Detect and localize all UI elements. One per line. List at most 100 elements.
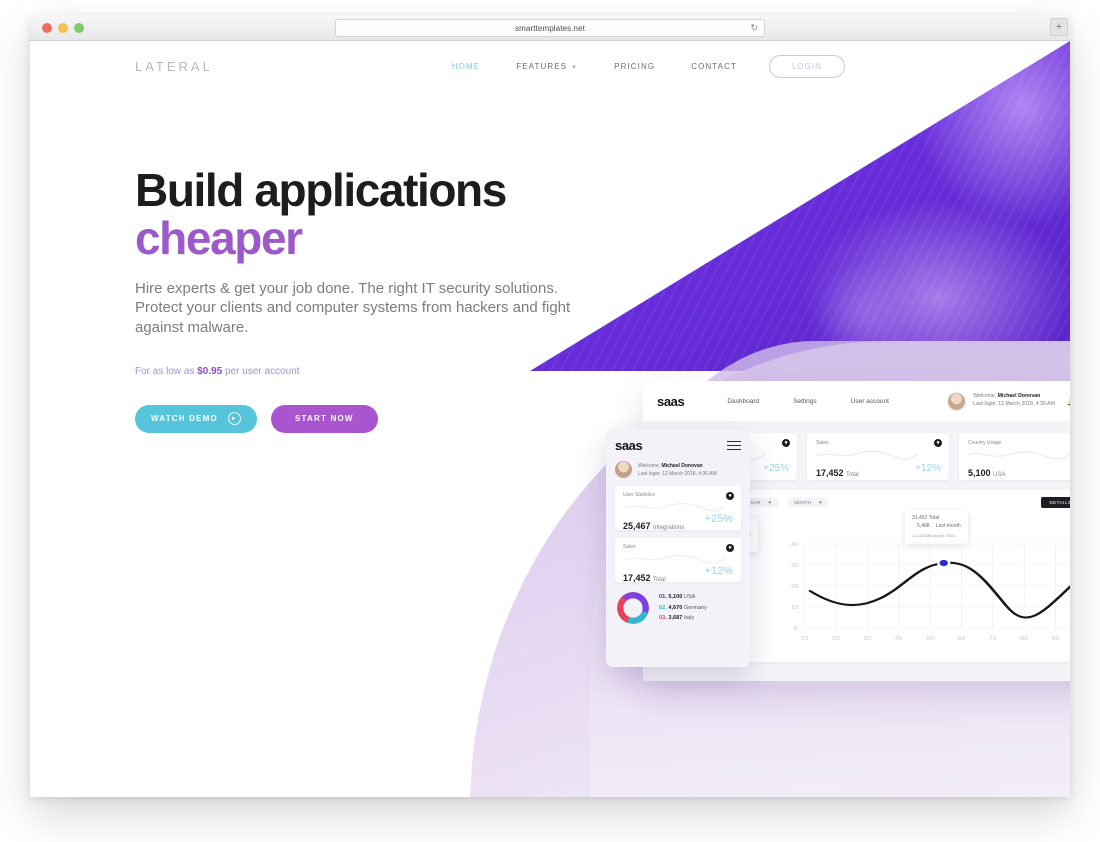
hamburger-icon[interactable] [727, 440, 741, 451]
stat-card-menu-icon[interactable]: ● [934, 439, 942, 447]
headline-accent: cheaper [135, 212, 303, 265]
legend-country: USA [683, 594, 696, 601]
tooltip-last-label: Last month [935, 522, 961, 529]
svg-text:40: 40 [895, 637, 903, 642]
stat-card-percent: +25% [763, 463, 789, 474]
stat-card[interactable]: Sales ● 17,452 Total +12% [615, 538, 741, 583]
chart-highlight-point [937, 558, 951, 568]
play-icon: ► [227, 412, 241, 426]
legend-rank: 02. [659, 604, 667, 611]
hero-price-line: For as low as $0.95 per user account [135, 366, 615, 377]
watch-demo-button[interactable]: WATCH DEMO ► [135, 404, 257, 433]
chart-line [808, 561, 1070, 619]
details-label: DETAILS [1049, 500, 1070, 505]
avatar[interactable] [615, 461, 632, 478]
dashboard-logo[interactable]: saas [657, 394, 685, 409]
stat-card-menu-icon[interactable]: ● [726, 544, 734, 552]
stat-card[interactable]: Country Usage ● 5,100 USA +5% [959, 433, 1070, 480]
stat-value-unit: USA [993, 472, 1006, 478]
browser-window: smarttemplates.net ↻ + LATERAL HOME FEAT… [30, 15, 1070, 797]
hero-section: Build applications cheaper Hire experts … [135, 166, 615, 433]
nav-item-features[interactable]: FEATURES ▼ [498, 62, 596, 71]
dashboard-nav: Dashboard Settings User account [710, 398, 906, 405]
stat-card-menu-icon[interactable]: ● [782, 439, 790, 447]
svg-text:40: 40 [791, 543, 799, 548]
mobile-logo[interactable]: saas [615, 438, 643, 453]
stat-card-value: 5,100 USA [968, 468, 1070, 478]
month-select[interactable]: MONTH ▼ [788, 498, 829, 507]
login-button[interactable]: LOGIN [768, 54, 845, 78]
legend-item: 03. 3,687 Italy [659, 613, 707, 623]
nav-item-features-label: FEATURES [516, 61, 568, 71]
legend-rank: 01. [659, 594, 667, 601]
stat-value-unit: Total [846, 472, 859, 478]
maximize-window-button[interactable] [74, 23, 84, 33]
chevron-down-icon: ▼ [571, 64, 579, 71]
address-bar[interactable]: smarttemplates.net ↻ [335, 19, 765, 37]
mobile-welcome-line: Welcome, Michael Donovan [638, 462, 717, 470]
minimize-window-button[interactable] [58, 23, 68, 33]
dashboard-user-area: Welcome, Michael Donovan Last login: 12 … [947, 391, 1070, 411]
url-text: smarttemplates.net [515, 23, 585, 33]
reload-icon[interactable]: ↻ [750, 23, 758, 34]
nav-item-home[interactable]: HOME [434, 62, 498, 71]
close-window-button[interactable] [42, 23, 52, 33]
svg-text:10: 10 [801, 637, 809, 642]
mobile-user-area: Welcome, Michael Donovan Last login: 12 … [615, 461, 741, 478]
browser-chrome: smarttemplates.net ↻ + [30, 15, 1070, 41]
svg-text:90: 90 [1052, 637, 1060, 642]
tooltip-total-line: 31,452 Total [912, 515, 961, 523]
hero-cta-group: WATCH DEMO ► START NOW [135, 404, 615, 433]
avatar[interactable] [947, 391, 967, 411]
details-button[interactable]: DETAILS▼ [1041, 497, 1070, 508]
stat-value-unit: Total [653, 577, 666, 583]
stat-card[interactable]: User Statistics ● 25,467 Integrations +2… [615, 486, 741, 531]
dashboard-nav-dashboard[interactable]: Dashboard [710, 398, 776, 405]
stat-value-number: 17,452 [816, 468, 844, 478]
dashboard-topbar: saas Dashboard Settings User account Wel… [643, 381, 1070, 421]
page-canvas: LATERAL HOME FEATURES ▼ PRICING CONTACT L… [30, 41, 1070, 797]
svg-text:30: 30 [791, 564, 799, 569]
headline-main: Build applications [135, 164, 507, 216]
svg-text:80: 80 [1020, 637, 1028, 642]
sparkline-icon [622, 554, 727, 564]
user-name: Michael Donovan [661, 462, 703, 469]
nav-item-contact[interactable]: CONTACT [673, 62, 755, 71]
stat-card[interactable]: Sales ● 17,452 Total +12% [807, 433, 949, 480]
stat-card-title: Sales [623, 544, 636, 550]
stat-card-title: Sales [816, 440, 829, 446]
svg-text:50: 50 [926, 637, 934, 642]
mobile-dashboard-mockup: saas Welcome, Michael Donovan Last login… [606, 429, 750, 667]
start-now-button[interactable]: START NOW [270, 404, 378, 433]
dashboard-nav-settings[interactable]: Settings [776, 398, 834, 405]
tooltip-last-line: 5,488 Last month [912, 523, 961, 531]
legend-value: 4,670 [668, 604, 683, 611]
bell-icon[interactable]: 🔔 [1067, 396, 1070, 407]
site-logo[interactable]: LATERAL [135, 59, 213, 74]
nav-item-pricing[interactable]: PRICING [596, 62, 673, 71]
donut-chart [617, 592, 649, 624]
traffic-lights[interactable] [42, 23, 84, 33]
legend-country: Germany [683, 604, 707, 611]
mobile-last-login: Last login: 12 March 2018, 4:30 AM [638, 470, 717, 477]
price-value: $0.95 [197, 365, 223, 377]
hero-headline: Build applications cheaper [135, 166, 615, 263]
new-tab-button[interactable]: + [1050, 18, 1068, 36]
legend-country: Italy [683, 615, 695, 622]
chart-gridlines [804, 543, 1070, 629]
sparkline-icon [622, 503, 727, 512]
stat-card-menu-icon[interactable]: ● [726, 492, 734, 500]
get-started-button[interactable]: GET STARTED [856, 54, 965, 78]
svg-text:10: 10 [791, 606, 799, 611]
legend-item: 02. 4,670 Germany [659, 603, 707, 613]
line-chart: 4030 20100 102030 405060 708090 100 [791, 536, 1070, 648]
country-legend: 01. 5,100 USA 02. 4,670 Germany 03. 3,68… [659, 592, 707, 623]
svg-text:60: 60 [958, 637, 966, 642]
dashboard-nav-user-account[interactable]: User account [834, 398, 906, 405]
sparkline-icon [967, 451, 1070, 460]
svg-text:30: 30 [864, 637, 872, 642]
user-name: Michael Donovan [997, 393, 1041, 400]
svg-text:20: 20 [832, 637, 840, 642]
site-navbar: LATERAL HOME FEATURES ▼ PRICING CONTACT L… [30, 41, 1070, 91]
svg-text:0: 0 [794, 627, 799, 632]
